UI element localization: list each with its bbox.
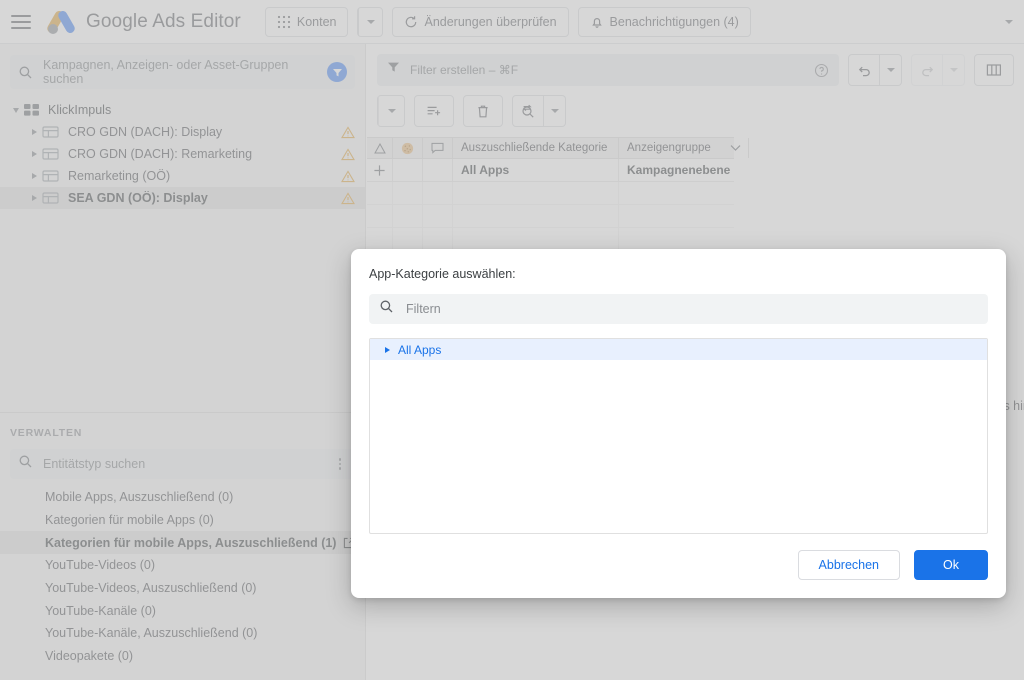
dialog-tree-item-all-apps[interactable]: All Apps [370, 339, 987, 360]
triangle-right-icon[interactable] [380, 347, 394, 353]
cancel-button[interactable]: Abbrechen [798, 550, 900, 580]
dialog-category-tree: All Apps [369, 338, 988, 534]
app-window: Google Ads Editor Konten [0, 0, 1024, 680]
dialog-title: App-Kategorie auswählen: [351, 249, 1006, 281]
dialog-filter-input[interactable]: Filtern [369, 294, 988, 324]
app-category-dialog: App-Kategorie auswählen: Filtern All App… [351, 249, 1006, 598]
search-icon [379, 299, 394, 319]
dialog-actions: Abbrechen Ok [351, 534, 1006, 598]
ok-button[interactable]: Ok [914, 550, 988, 580]
dialog-tree-item-label: All Apps [398, 343, 441, 357]
dialog-filter-placeholder: Filtern [406, 302, 441, 316]
